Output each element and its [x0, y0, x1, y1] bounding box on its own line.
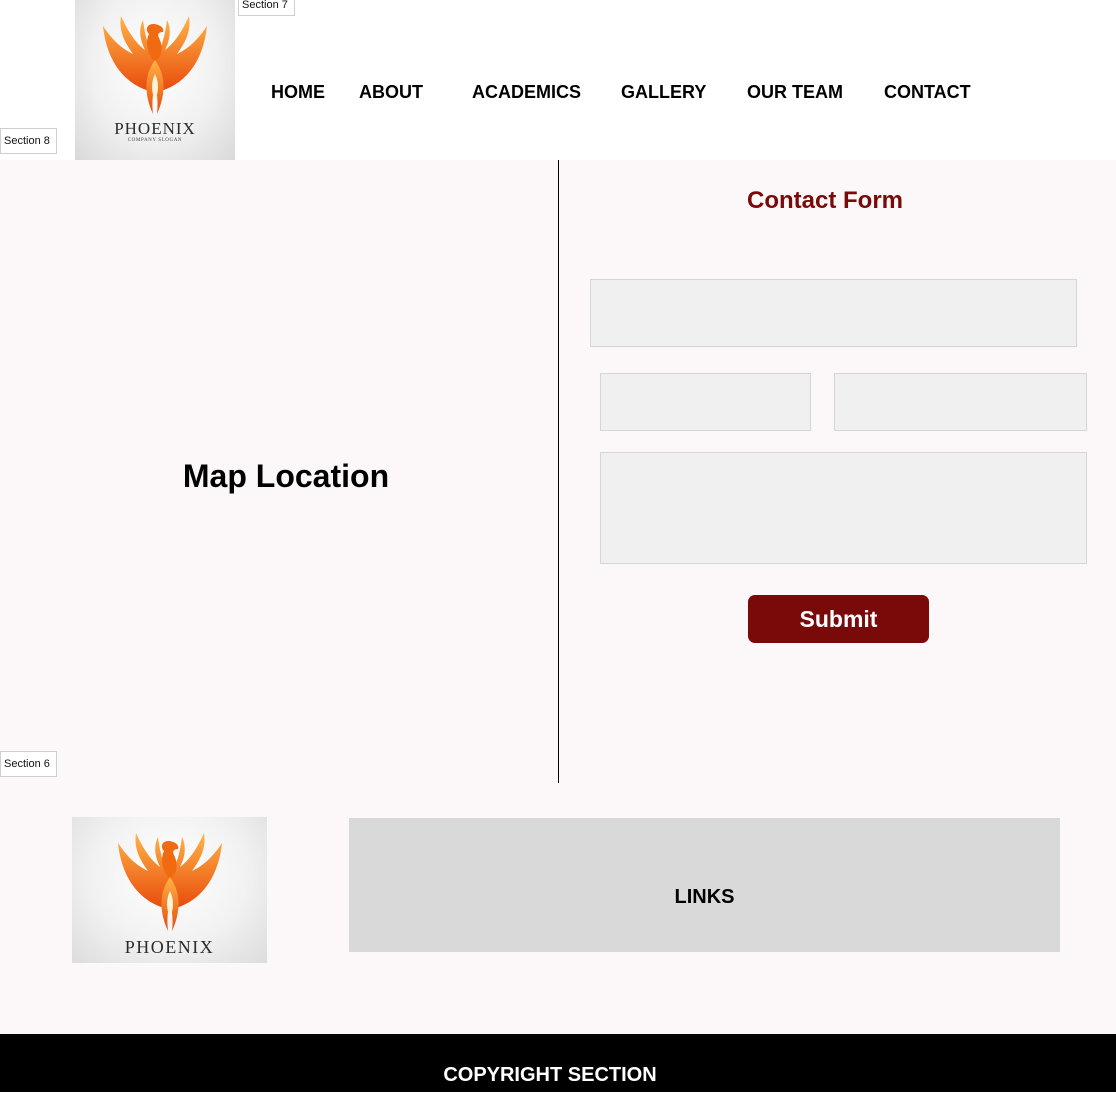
- nav-contact[interactable]: CONTACT: [884, 80, 971, 104]
- logo-name: PHOENIX: [114, 119, 196, 138]
- map-location-title: Map Location: [182, 458, 390, 494]
- contact-form-title: Contact Form: [747, 187, 903, 214]
- links-label: LINKS: [674, 886, 735, 908]
- name-field[interactable]: [590, 279, 1077, 347]
- email-field[interactable]: [834, 373, 1087, 431]
- submit-button[interactable]: Submit: [748, 595, 929, 643]
- page: PHOENIX COMPANY SLOGAN Section 7 HOME AB…: [0, 0, 1116, 1094]
- header-logo[interactable]: PHOENIX COMPANY SLOGAN: [75, 0, 235, 160]
- section-tag-left[interactable]: Section 8: [0, 128, 57, 154]
- nav-academics[interactable]: ACADEMICS: [472, 80, 581, 104]
- phone-field[interactable]: [600, 373, 811, 431]
- nav-home[interactable]: HOME: [271, 80, 325, 104]
- copyright-label: COPYRIGHT SECTION: [443, 1064, 657, 1086]
- footer-logo[interactable]: PHOENIX: [72, 817, 267, 963]
- message-field[interactable]: [600, 452, 1087, 564]
- footer-logo-name: PHOENIX: [124, 937, 215, 957]
- links-box: LINKS: [349, 818, 1060, 952]
- nav-our-team[interactable]: OUR TEAM: [747, 80, 843, 104]
- section-tag-top[interactable]: Section 7: [238, 0, 295, 16]
- logo-slogan: COMPANY SLOGAN: [127, 138, 183, 143]
- copyright-bar: COPYRIGHT SECTION: [0, 1034, 1116, 1092]
- phoenix-bird-icon: [103, 16, 207, 114]
- nav-gallery[interactable]: GALLERY: [621, 80, 706, 104]
- site-header: PHOENIX COMPANY SLOGAN Section 7 HOME AB…: [0, 0, 1116, 160]
- phoenix-bird-icon: [118, 833, 222, 931]
- nav-about[interactable]: ABOUT: [359, 80, 423, 104]
- section-tag-footer[interactable]: Section 6: [0, 751, 57, 777]
